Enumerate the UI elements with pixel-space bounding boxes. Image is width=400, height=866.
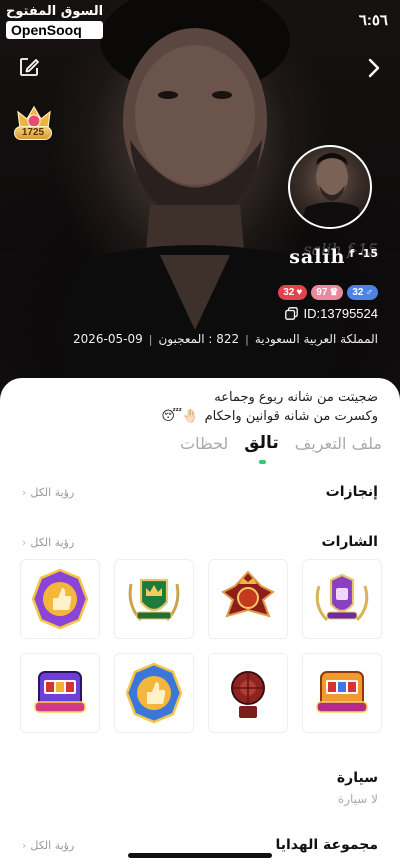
badge-item[interactable] [302,559,382,639]
tab-shine-label: تالق [244,433,279,453]
achievements-header: إنجازات رؤية الكل ‹ [22,484,378,500]
heart-stat-value: 32 [283,287,295,298]
car-empty-text: لا سيارة [337,792,378,806]
avatar-photo [299,153,365,227]
join-date: 2026-05-09 [73,332,143,346]
stat-pills: 32 ♥ 97 ♛ 32 ♂ [278,285,378,300]
achievements-see-all[interactable]: رؤية الكل ‹ [22,486,74,499]
opensooq-watermark: السوق المفتوح OpenSooq [6,4,104,39]
badge-item[interactable] [20,653,100,733]
meta-divider: | [148,332,153,346]
jackpot-slot-badge-icon [316,671,368,713]
user-id: ID:13795524 [303,306,378,321]
edit-icon[interactable] [18,56,40,78]
username-suffix: f -15 [349,246,379,260]
badges-title: الشارات [321,534,379,550]
roulette-wheel-badge-icon [231,671,265,718]
badge-item[interactable] [302,653,382,733]
home-indicator [128,853,272,858]
badge-item[interactable] [208,559,288,639]
crown-stat-pill: 97 ♛ [311,285,344,300]
badge-item[interactable] [208,653,288,733]
chevron-left-icon: ‹ [22,535,27,549]
profile-tabs: ملف التعريف تالق لحظات [180,433,382,464]
username-row: salih f -15 [289,246,378,276]
crown-stat-value: 97 [316,287,328,298]
see-all-label: رؤية الكل [30,838,75,852]
badge-grid [18,559,382,733]
car-title: سيارة [336,770,378,786]
gifts-see-all[interactable]: رؤية الكل ‹ [22,839,74,852]
badge-item[interactable] [114,653,194,733]
profile-card: ضجيتت من شانه ربوع وجماعه وكسرت من شانه … [0,378,400,866]
copy-icon[interactable] [284,307,298,320]
jackpot-slot-purple-badge-icon [34,671,86,713]
green-crown-shield-badge-icon [128,578,180,622]
username: salih [289,246,346,268]
thumbs-up-purple-badge-icon [31,568,89,630]
gifts-title: مجموعة الهدايا [275,837,378,853]
badges-header: الشارات رؤية الكل ‹ [22,534,378,550]
red-crown-emblem-badge-icon [221,570,275,618]
watermark-arabic: السوق المفتوح [6,4,104,19]
active-tab-indicator [258,460,266,464]
gender-stat-value: 32 [352,287,364,298]
level-count: 1725 [14,126,52,140]
status-time: ٦:٥٦ [358,12,388,29]
tab-shine[interactable]: تالق [244,433,279,464]
gender-stat-pill: 32 ♂ [347,285,378,300]
see-all-label: رؤية الكل [30,485,75,499]
car-section: سيارة لا سيارة [337,770,378,806]
heart-icon: ♥ [296,287,303,298]
profile-meta: المملكة العربية السعودية | 822 : المعجبو… [73,332,378,346]
tab-profile[interactable]: ملف التعريف [295,434,382,453]
avatar[interactable] [288,145,372,229]
male-icon: ♂ [365,287,374,298]
chevron-right-icon[interactable] [364,56,384,80]
bio-line-2: وكسرت من شانه قوانين واحكام [204,409,378,424]
thumbs-up-blue-badge-icon [125,662,183,724]
watermark-latin: OpenSooq [6,21,104,39]
see-all-label: رؤية الكل [30,535,75,549]
badges-see-all[interactable]: رؤية الكل ‹ [22,536,74,549]
heart-stat-pill: 32 ♥ [278,285,308,300]
bio: ضجيتت من شانه ربوع وجماعه وكسرت من شانه … [161,388,378,426]
bio-emoji: 🤚🏻😴 [161,409,199,424]
chevron-left-icon: ‹ [22,485,27,499]
badge-item[interactable] [114,559,194,639]
country: المملكة العربية السعودية [254,332,378,346]
badge-item[interactable] [20,559,100,639]
bio-line-1: ضجيتت من شانه ربوع وجماعه [214,390,378,405]
fans-count[interactable]: 822 : المعجبون [158,332,239,346]
meta-divider: | [245,332,249,346]
user-id-row[interactable]: ID:13795524 [284,306,378,321]
chevron-left-icon: ‹ [22,838,27,852]
purple-shield-badge-icon [315,573,369,622]
gifts-header: مجموعة الهدايا رؤية الكل ‹ [22,837,378,853]
achievements-title: إنجازات [325,484,378,500]
crown-icon: ♛ [329,287,339,298]
tab-moments[interactable]: لحظات [180,434,228,453]
